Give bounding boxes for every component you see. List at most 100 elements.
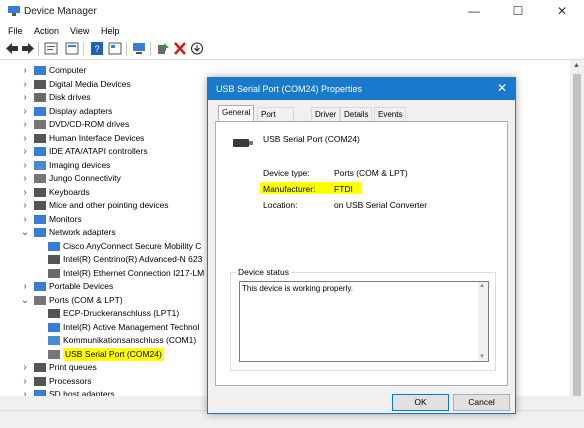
manufacturer-label: Manufacturer:	[263, 184, 316, 194]
tree-item-label: Keyboards	[49, 186, 90, 197]
chevron-right-icon[interactable]: ›	[20, 213, 30, 226]
tree-item-label: USB Serial Port (COM24)	[63, 347, 164, 361]
device-category-icon	[34, 160, 46, 170]
chevron-right-icon[interactable]: ›	[20, 91, 30, 104]
maximize-button[interactable]: ☐	[496, 0, 540, 23]
device-type-value: Ports (COM & LPT)	[334, 168, 408, 178]
menu-action[interactable]: Action	[34, 26, 59, 36]
chevron-right-icon[interactable]: ›	[20, 375, 30, 388]
chevron-right-icon[interactable]: ›	[20, 64, 30, 77]
menu-bar: File Action View Help	[0, 23, 584, 39]
device-category-icon	[48, 349, 60, 359]
tree-scrollbar[interactable]: ▲ ▼	[570, 60, 584, 410]
properties-icon[interactable]	[44, 42, 58, 55]
status-scroll-up-icon[interactable]: ▲	[479, 283, 485, 289]
close-button[interactable]: ✕	[540, 0, 584, 23]
device-category-icon	[48, 336, 60, 345]
device-status-box[interactable]: This device is working properly. ▲ ▼	[239, 281, 489, 362]
device-category-icon	[34, 174, 46, 183]
scroll-up-icon[interactable]: ▲	[573, 62, 580, 69]
tab-driver[interactable]: Driver	[311, 107, 341, 121]
tree-item-label: Portable Devices	[49, 281, 114, 291]
scan-hardware-icon[interactable]	[132, 42, 146, 55]
tree-item-label: Imaging devices	[49, 159, 111, 170]
device-category-icon	[34, 93, 46, 102]
download-icon[interactable]	[190, 42, 204, 55]
svg-text:?: ?	[94, 44, 99, 54]
device-category-icon	[34, 214, 46, 224]
port-device-icon	[233, 139, 253, 147]
tree-item-label: Kommunikationsanschluss (COM1)	[63, 335, 197, 345]
device-category-icon	[34, 120, 46, 129]
tree-item-label: Disk drives	[49, 92, 91, 102]
chevron-right-icon[interactable]: ›	[20, 159, 30, 172]
update-driver-icon[interactable]	[108, 42, 122, 55]
tree-item-label: Intel(R) Ethernet Connection I217-LM	[63, 267, 205, 278]
dialog-title: USB Serial Port (COM24) Properties	[216, 84, 363, 94]
tree-item-label: Computer	[49, 65, 87, 75]
menu-file[interactable]: File	[8, 26, 23, 36]
view-icon[interactable]	[65, 42, 79, 55]
tab-details[interactable]: Details	[340, 107, 373, 121]
tree-item-label: Network adapters	[49, 227, 116, 237]
toolbar: ?	[0, 39, 584, 60]
status-scroll-down-icon[interactable]: ▼	[479, 354, 485, 360]
chevron-right-icon[interactable]: ›	[20, 280, 30, 293]
device-category-icon	[48, 241, 60, 251]
device-category-icon	[34, 376, 46, 386]
minimize-button[interactable]: —	[452, 0, 496, 23]
chevron-right-icon[interactable]: ›	[20, 105, 30, 118]
chevron-down-icon[interactable]: ⌄	[20, 294, 30, 307]
chevron-right-icon[interactable]: ›	[20, 199, 30, 212]
device-category-icon	[34, 133, 46, 143]
device-name: USB Serial Port (COM24)	[263, 134, 360, 144]
tree-item-label: ECP-Druckeranschluss (LPT1)	[63, 308, 180, 318]
tree-item-label: Intel(R) Active Management Technol	[63, 321, 200, 332]
tab-general[interactable]: General	[218, 105, 255, 122]
device-category-icon	[34, 295, 46, 305]
chevron-right-icon[interactable]: ›	[20, 132, 30, 145]
dialog-close-icon[interactable]: ✕	[497, 81, 507, 95]
chevron-right-icon[interactable]: ›	[20, 145, 30, 158]
status-scrollbar[interactable]: ▲ ▼	[478, 282, 488, 361]
tab-events[interactable]: Events	[374, 107, 407, 121]
window-title: Device Manager	[24, 6, 97, 17]
chevron-right-icon[interactable]: ›	[20, 186, 30, 199]
tab-port-settings[interactable]: Port Settings	[257, 107, 294, 132]
properties-dialog: USB Serial Port (COM24) Properties ✕ Gen…	[207, 77, 516, 414]
device-category-icon	[34, 228, 46, 237]
chevron-right-icon[interactable]: ›	[20, 118, 30, 131]
ok-button[interactable]: OK	[392, 394, 449, 411]
device-manager-icon	[8, 6, 20, 16]
chevron-down-icon[interactable]: ⌄	[20, 226, 30, 239]
menu-view[interactable]: View	[70, 26, 89, 36]
scroll-thumb[interactable]	[573, 74, 581, 396]
chevron-right-icon[interactable]: ›	[20, 78, 30, 91]
menu-help[interactable]: Help	[101, 26, 120, 36]
help-icon[interactable]: ?	[90, 42, 104, 55]
device-status-group: Device status This device is working pro…	[230, 267, 496, 371]
chevron-right-icon[interactable]: ›	[20, 172, 30, 185]
uninstall-icon[interactable]	[173, 42, 187, 55]
device-category-icon	[48, 268, 60, 278]
device-category-icon	[34, 79, 46, 89]
tree-item-label: DVD/CD-ROM drives	[49, 119, 130, 129]
tree-item-label: Mice and other pointing devices	[49, 200, 169, 210]
tree-item-label: Cisco AnyConnect Secure Mobility C	[63, 240, 202, 251]
location-label: Location:	[263, 200, 298, 210]
back-arrow-icon[interactable]	[5, 42, 19, 55]
tree-item-label: Ports (COM & LPT)	[49, 294, 123, 305]
manufacturer-value: FTDI	[334, 184, 353, 194]
device-type-label: Device type:	[263, 168, 310, 178]
tree-item-label: Digital Media Devices	[49, 78, 131, 89]
device-category-icon	[34, 363, 46, 372]
forward-arrow-icon[interactable]	[21, 42, 35, 55]
chevron-right-icon[interactable]: ›	[20, 361, 30, 374]
device-status-label: Device status	[236, 267, 292, 277]
device-category-icon	[48, 309, 60, 318]
device-status-text: This device is working properly.	[242, 284, 354, 293]
tree-item-label: IDE ATA/ATAPI controllers	[49, 146, 148, 156]
tree-item-label: Human Interface Devices	[49, 132, 145, 143]
enable-device-icon[interactable]	[156, 42, 170, 55]
cancel-button[interactable]: Cancel	[453, 394, 510, 411]
